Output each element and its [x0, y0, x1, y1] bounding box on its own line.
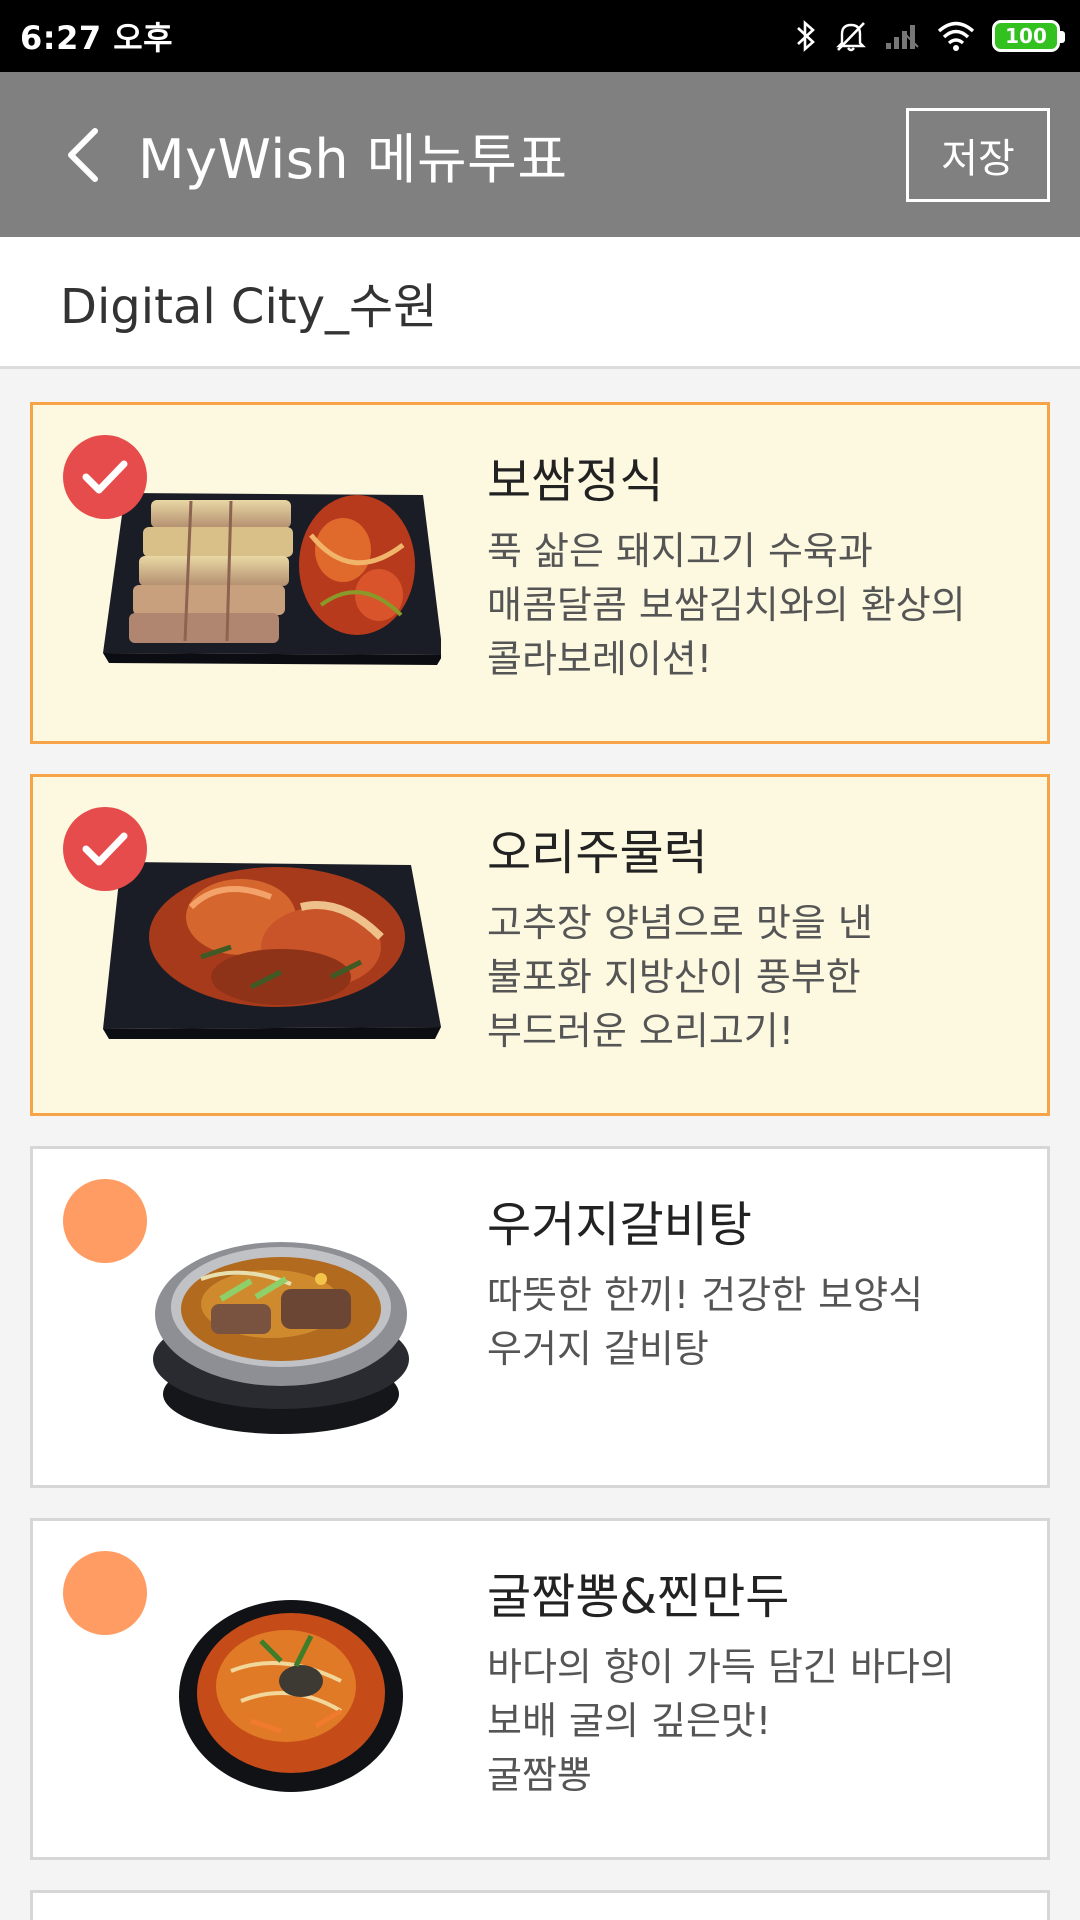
status-time: 6:27 오후	[20, 19, 174, 57]
app-bar: MyWish 메뉴투표 저장	[0, 72, 1080, 237]
menu-description: 바다의 향이 가득 담긴 바다의 보배 굴의 깊은맛! 굴짬뽕	[487, 1645, 955, 1797]
menu-card-partial[interactable]	[30, 1890, 1050, 1920]
check-badge[interactable]	[63, 435, 147, 519]
location-name: Digital City_수원	[60, 278, 438, 335]
menu-description: 따뜻한 한끼! 건강한 보양식 우거지 갈비탕	[487, 1273, 924, 1371]
menu-card[interactable]: 보쌈정식 푹 삶은 돼지고기 수육과 매콤달콤 보쌈김치와의 환상의 콜라보레이…	[30, 402, 1050, 744]
status-icons: 100	[794, 19, 1065, 53]
battery-level: 100	[1005, 24, 1047, 48]
chevron-left-icon	[68, 127, 98, 182]
menu-name: 오리주물럭	[487, 825, 708, 881]
check-badge[interactable]	[63, 807, 147, 891]
menu-card[interactable]: 오리주물럭 고추장 양념으로 맛을 낸 불포화 지방산이 풍부한 부드러운 오리…	[30, 774, 1050, 1116]
menu-card[interactable]: 우거지갈비탕 따뜻한 한끼! 건강한 보양식 우거지 갈비탕	[30, 1146, 1050, 1488]
menu-name: 보쌈정식	[487, 453, 664, 509]
menu-card[interactable]: 굴짬뽕&찐만두 바다의 향이 가득 담긴 바다의 보배 굴의 깊은맛! 굴짬뽕	[30, 1518, 1050, 1860]
check-icon	[82, 460, 128, 494]
menu-name: 굴짬뽕&찐만두	[487, 1569, 790, 1625]
location-header: Digital City_수원	[0, 237, 1080, 369]
check-badge[interactable]	[63, 1551, 147, 1635]
check-badge[interactable]	[63, 1179, 147, 1263]
bell-off-icon	[836, 22, 866, 52]
menu-description: 고추장 양념으로 맛을 낸 불포화 지방산이 풍부한 부드러운 오리고기!	[487, 901, 873, 1053]
back-button[interactable]	[38, 110, 128, 200]
wifi-icon	[937, 21, 975, 51]
menu-text: 보쌈정식 푹 삶은 돼지고기 수육과 매콤달콤 보쌈김치와의 환상의 콜라보레이…	[487, 451, 1027, 687]
page-title: MyWish 메뉴투표	[138, 128, 568, 191]
status-bar: 6:27 오후 100	[0, 0, 1080, 72]
menu-text: 오리주물럭 고추장 양념으로 맛을 낸 불포화 지방산이 풍부한 부드러운 오리…	[487, 823, 1027, 1059]
bluetooth-icon	[797, 20, 815, 52]
menu-description: 푹 삶은 돼지고기 수육과 매콤달콤 보쌈김치와의 환상의 콜라보레이션!	[487, 529, 966, 681]
battery-icon: 100	[992, 20, 1065, 52]
save-button[interactable]: 저장	[906, 108, 1050, 202]
check-icon	[82, 832, 128, 866]
menu-name: 우거지갈비탕	[487, 1197, 752, 1253]
signal-icon	[886, 25, 919, 49]
menu-text: 우거지갈비탕 따뜻한 한끼! 건강한 보양식 우거지 갈비탕	[487, 1195, 1027, 1377]
menu-list: 보쌈정식 푹 삶은 돼지고기 수육과 매콤달콤 보쌈김치와의 환상의 콜라보레이…	[30, 402, 1050, 1890]
menu-text: 굴짬뽕&찐만두 바다의 향이 가득 담긴 바다의 보배 굴의 깊은맛! 굴짬뽕	[487, 1567, 1027, 1803]
